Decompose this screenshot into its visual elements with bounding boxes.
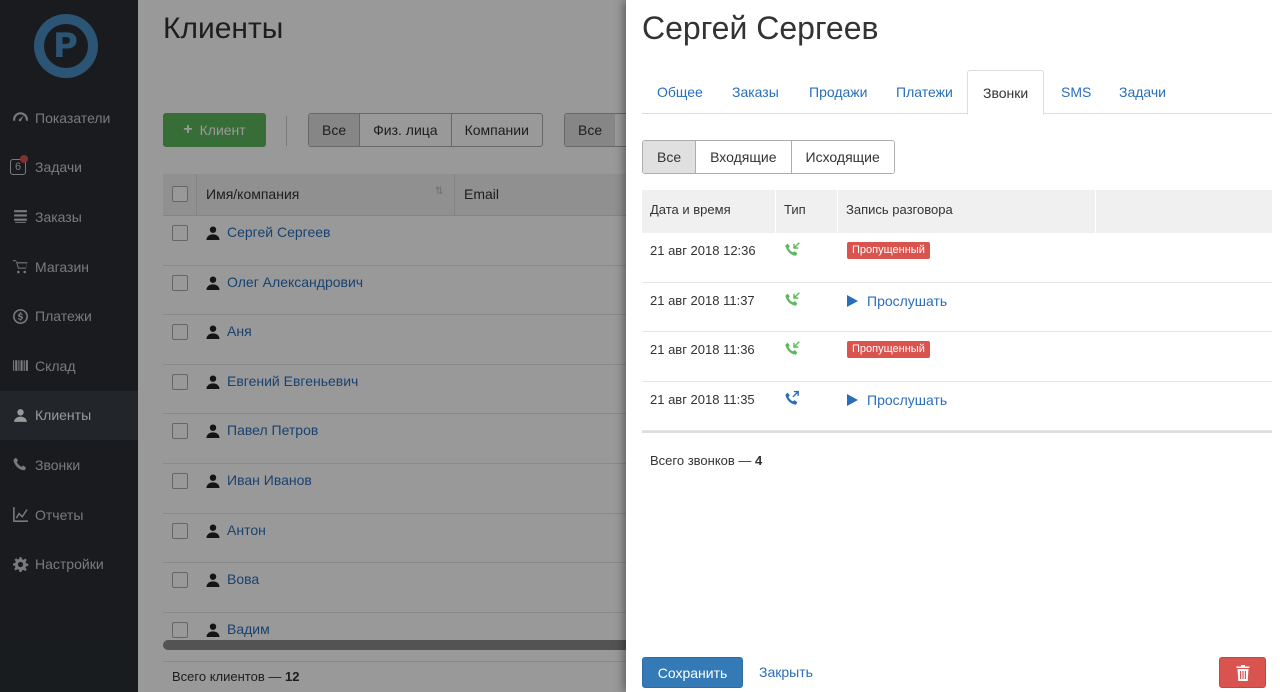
table-row: 21 авг 2018 12:36 Пропущенный bbox=[642, 233, 1272, 283]
incoming-call-icon bbox=[783, 291, 801, 309]
column-separator bbox=[837, 190, 838, 233]
tab-general[interactable]: Общее bbox=[642, 70, 718, 114]
missed-call-badge: Пропущенный bbox=[847, 242, 930, 259]
outgoing-call-icon bbox=[783, 390, 801, 408]
tab-tasks[interactable]: Задачи bbox=[1104, 70, 1181, 114]
play-recording-button[interactable]: Прослушать bbox=[847, 293, 947, 309]
missed-call-badge: Пропущенный bbox=[847, 341, 930, 359]
column-separator bbox=[775, 190, 776, 233]
drawer-tabs: Общее Заказы Продажи Платежи Звонки SMS … bbox=[642, 70, 1272, 115]
filter-outgoing[interactable]: Исходящие bbox=[791, 141, 894, 173]
column-type: Тип bbox=[784, 202, 806, 217]
trash-icon bbox=[1236, 664, 1249, 681]
column-separator bbox=[1095, 190, 1096, 233]
delete-button[interactable] bbox=[1219, 657, 1266, 688]
incoming-call-icon bbox=[783, 340, 801, 358]
filter-incoming[interactable]: Входящие bbox=[696, 141, 792, 173]
play-recording-button[interactable]: Прослушать bbox=[847, 392, 947, 408]
client-drawer: Сергей Сергеев Общее Заказы Продажи Плат… bbox=[626, 0, 1280, 692]
table-row: 21 авг 2018 11:37 Прослушать bbox=[642, 283, 1272, 333]
filter-all-calls[interactable]: Все bbox=[643, 141, 697, 173]
calls-table: Дата и время Тип Запись разговора 21 авг… bbox=[642, 190, 1272, 485]
table-row: 21 авг 2018 11:35 Прослушать bbox=[642, 382, 1272, 432]
drawer-title: Сергей Сергеев bbox=[642, 10, 879, 46]
call-datetime: 21 авг 2018 11:35 bbox=[650, 391, 755, 407]
call-datetime: 21 авг 2018 12:36 bbox=[650, 243, 756, 258]
tab-sales[interactable]: Продажи bbox=[794, 70, 882, 114]
column-datetime: Дата и время bbox=[650, 202, 731, 217]
calls-table-header: Дата и время Тип Запись разговора bbox=[642, 190, 1272, 233]
save-button[interactable]: Сохранить bbox=[642, 657, 743, 688]
calls-total-label: Всего звонков — bbox=[650, 453, 752, 469]
play-recording-label: Прослушать bbox=[867, 292, 948, 309]
close-button[interactable]: Закрыть bbox=[759, 664, 813, 680]
tab-calls[interactable]: Звонки bbox=[967, 70, 1044, 115]
column-recording: Запись разговора bbox=[846, 202, 953, 217]
calls-table-body: 21 авг 2018 12:36 Пропущенный 21 авг 2018 … bbox=[642, 233, 1272, 432]
call-datetime: 21 авг 2018 11:36 bbox=[650, 342, 755, 358]
table-row: 21 авг 2018 11:36 Пропущенный bbox=[642, 332, 1272, 382]
tab-payments[interactable]: Платежи bbox=[881, 70, 968, 114]
incoming-call-icon bbox=[783, 241, 801, 259]
calls-total: Всего звонков — 4 bbox=[650, 453, 762, 468]
tab-orders[interactable]: Заказы bbox=[717, 70, 794, 114]
calls-table-footer: Всего звонков — 4 bbox=[642, 431, 1272, 485]
call-datetime: 21 авг 2018 11:37 bbox=[650, 292, 755, 308]
play-icon bbox=[847, 393, 858, 406]
play-recording-label: Прослушать bbox=[867, 391, 948, 408]
tab-sms[interactable]: SMS bbox=[1046, 70, 1106, 114]
play-icon bbox=[847, 294, 858, 307]
call-direction-filter: Все Входящие Исходящие bbox=[642, 140, 895, 174]
calls-total-value: 4 bbox=[755, 453, 763, 469]
